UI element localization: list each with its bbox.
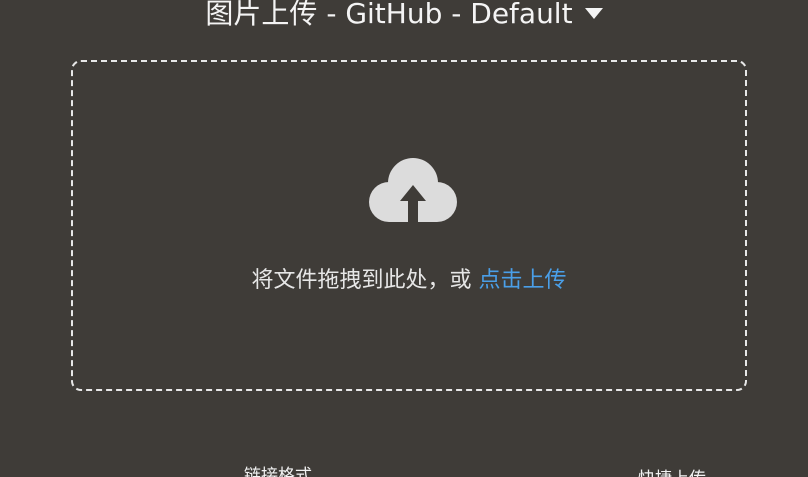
link-format-label: 链接格式 bbox=[244, 466, 312, 477]
dropzone-text: 将文件拖拽到此处，或 点击上传 bbox=[73, 262, 745, 294]
picbed-selector[interactable]: 图片上传 - GitHub - Default bbox=[205, 0, 603, 32]
dropzone-instruction: 将文件拖拽到此处，或 bbox=[251, 268, 472, 293]
page-title: 图片上传 - GitHub - Default bbox=[205, 0, 573, 30]
cloud-upload-icon bbox=[369, 158, 457, 222]
quick-upload-label: 快捷上传 bbox=[638, 464, 706, 477]
click-upload-link[interactable]: 点击上传 bbox=[479, 268, 567, 293]
caret-down-icon bbox=[584, 8, 603, 19]
upload-page: 图片上传 - GitHub - Default 将文件拖拽到此处，或 点击上传 … bbox=[0, 0, 808, 477]
upload-dropzone[interactable]: 将文件拖拽到此处，或 点击上传 bbox=[71, 60, 747, 391]
header: 图片上传 - GitHub - Default bbox=[0, 0, 808, 32]
